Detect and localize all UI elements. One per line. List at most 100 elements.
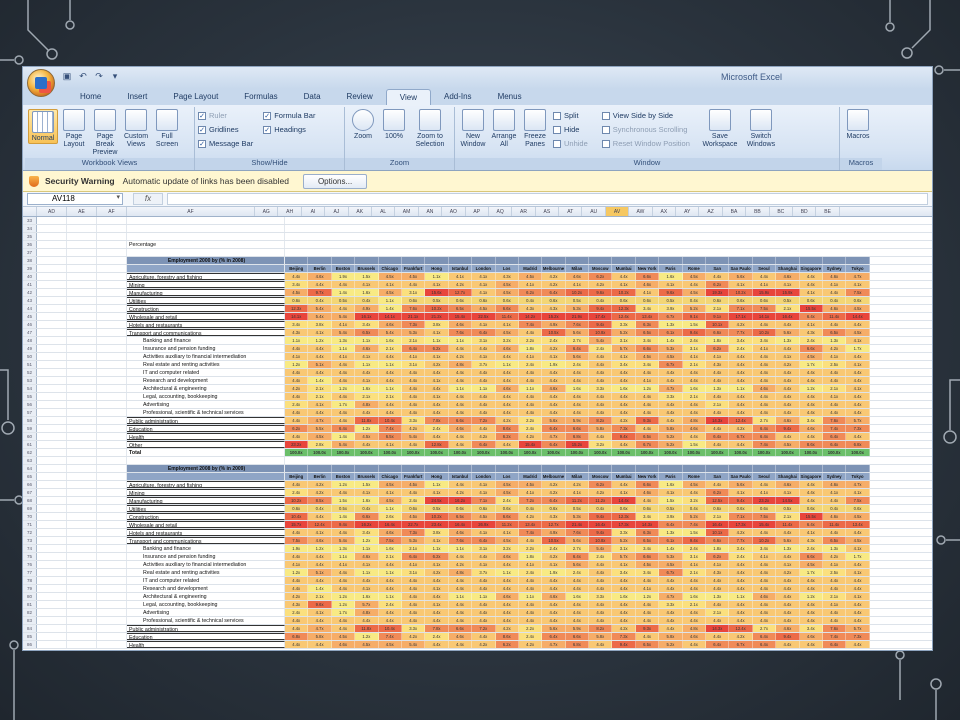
- data-cell[interactable]: 11.2x: [495, 521, 519, 528]
- data-cell[interactable]: [379, 457, 402, 464]
- data-cell[interactable]: [753, 457, 777, 464]
- cell[interactable]: [67, 257, 97, 264]
- data-cell[interactable]: 17.4x: [589, 313, 613, 320]
- data-cell[interactable]: 3.8x: [425, 321, 449, 328]
- data-cell[interactable]: 6.4x: [799, 521, 823, 528]
- data-cell[interactable]: [776, 225, 800, 232]
- cell[interactable]: [67, 297, 97, 304]
- data-cell[interactable]: [659, 233, 683, 240]
- data-cell[interactable]: 6.2x: [589, 481, 613, 488]
- data-cell[interactable]: 4.2x: [285, 593, 309, 600]
- worksheet-grid[interactable]: 33 34 35 36 Percentage 37 38 Employment 2000 by…: [23, 217, 932, 649]
- cell[interactable]: [67, 425, 97, 432]
- cell[interactable]: [67, 561, 97, 568]
- tab-view[interactable]: View: [385, 89, 431, 105]
- data-cell[interactable]: 4.2x: [285, 385, 309, 392]
- cell[interactable]: [37, 417, 67, 424]
- data-cell[interactable]: 7.7x: [729, 537, 753, 544]
- cell[interactable]: [97, 393, 127, 400]
- data-cell[interactable]: 1.6x: [355, 385, 379, 392]
- data-cell[interactable]: [308, 241, 332, 248]
- cell[interactable]: [97, 217, 127, 224]
- data-cell[interactable]: 5.3x: [659, 345, 683, 352]
- data-cell[interactable]: 0.6x: [799, 297, 823, 304]
- cell[interactable]: [97, 473, 127, 480]
- data-cell[interactable]: 15.4x: [518, 441, 543, 448]
- data-cell[interactable]: 4.4x: [331, 361, 356, 368]
- row-header[interactable]: 67: [23, 489, 37, 496]
- data-cell[interactable]: 4.5x: [495, 481, 519, 488]
- data-cell[interactable]: 4.2x: [308, 489, 332, 496]
- column-header[interactable]: AF: [127, 207, 255, 216]
- data-cell[interactable]: [683, 457, 707, 464]
- data-cell[interactable]: 100.0x: [518, 449, 543, 456]
- data-cell[interactable]: [472, 457, 496, 464]
- data-cell[interactable]: [308, 249, 332, 256]
- cell[interactable]: [97, 513, 127, 520]
- data-cell[interactable]: 4.4x: [331, 617, 356, 624]
- data-cell[interactable]: 4.4x: [425, 433, 449, 440]
- data-cell[interactable]: 4.4x: [799, 617, 823, 624]
- data-cell[interactable]: 4.4x: [472, 601, 496, 608]
- data-cell[interactable]: 8.6x: [799, 441, 823, 448]
- data-cell[interactable]: 9.4x: [589, 529, 613, 536]
- row-header[interactable]: 77: [23, 569, 37, 576]
- data-cell[interactable]: 4.4x: [378, 585, 402, 592]
- data-cell[interactable]: 9.4x: [589, 513, 613, 520]
- row-label[interactable]: Percentage: [127, 241, 285, 248]
- data-cell[interactable]: 4.4x: [682, 609, 707, 616]
- data-cell[interactable]: [378, 257, 402, 264]
- data-cell[interactable]: 3.4x: [635, 361, 660, 368]
- data-cell[interactable]: 4.4x: [799, 481, 823, 488]
- data-cell[interactable]: 3.7x: [472, 361, 496, 368]
- data-cell[interactable]: 6.4x: [542, 633, 566, 640]
- data-cell[interactable]: 5.9x: [565, 417, 590, 424]
- row-label[interactable]: Hotels and restaurants: [127, 321, 285, 328]
- data-cell[interactable]: 1.4x: [331, 433, 356, 440]
- data-cell[interactable]: [753, 241, 777, 248]
- data-cell[interactable]: 4.4x: [472, 585, 496, 592]
- data-cell[interactable]: 4.1x: [495, 321, 519, 328]
- column-header[interactable]: AW: [629, 207, 653, 216]
- data-cell[interactable]: 14.1x: [752, 313, 777, 320]
- data-cell[interactable]: Istanbul: [448, 265, 473, 272]
- data-cell[interactable]: 4.4x: [542, 409, 566, 416]
- data-cell[interactable]: 2.1x: [706, 609, 730, 616]
- data-cell[interactable]: 4.4x: [752, 369, 777, 376]
- tab-data[interactable]: Data: [291, 89, 334, 105]
- data-cell[interactable]: 4.2x: [589, 489, 613, 496]
- data-cell[interactable]: [519, 225, 543, 232]
- data-cell[interactable]: 4.1x: [682, 561, 707, 568]
- cell[interactable]: [97, 321, 127, 328]
- data-cell[interactable]: 6.7x: [635, 441, 660, 448]
- data-cell[interactable]: 4.5x: [472, 305, 496, 312]
- cell[interactable]: [67, 337, 97, 344]
- data-cell[interactable]: [542, 465, 566, 472]
- data-cell[interactable]: 6.7x: [659, 361, 683, 368]
- data-cell[interactable]: 4.1x: [799, 321, 823, 328]
- data-cell[interactable]: Frankfurt: [401, 265, 426, 272]
- data-cell[interactable]: 100.0x: [752, 449, 777, 456]
- data-cell[interactable]: 2.1x: [401, 545, 426, 552]
- data-cell[interactable]: 4.4x: [308, 281, 332, 288]
- data-cell[interactable]: 8.6x: [495, 425, 519, 432]
- data-cell[interactable]: 4.4x: [589, 353, 613, 360]
- hide-button[interactable]: Hide: [553, 125, 588, 134]
- data-cell[interactable]: 2.1x: [822, 593, 847, 600]
- data-cell[interactable]: 4.4x: [706, 633, 730, 640]
- data-cell[interactable]: 5.4x: [308, 313, 332, 320]
- data-cell[interactable]: 6.4x: [542, 289, 566, 296]
- normal-view-button[interactable]: Normal: [28, 109, 58, 144]
- cell[interactable]: [97, 233, 127, 240]
- data-cell[interactable]: 8.2x: [589, 417, 613, 424]
- data-cell[interactable]: 4.5x: [846, 537, 870, 544]
- data-cell[interactable]: 4.3x: [542, 305, 566, 312]
- data-cell[interactable]: 4.6x: [799, 633, 823, 640]
- data-cell[interactable]: [285, 241, 309, 248]
- row-header[interactable]: 44: [23, 305, 37, 312]
- cell[interactable]: [37, 225, 67, 232]
- data-cell[interactable]: 0.4x: [682, 505, 707, 512]
- data-cell[interactable]: 4.5x: [846, 329, 870, 336]
- data-cell[interactable]: 4.1x: [472, 321, 496, 328]
- data-cell[interactable]: 2.7x: [565, 337, 590, 344]
